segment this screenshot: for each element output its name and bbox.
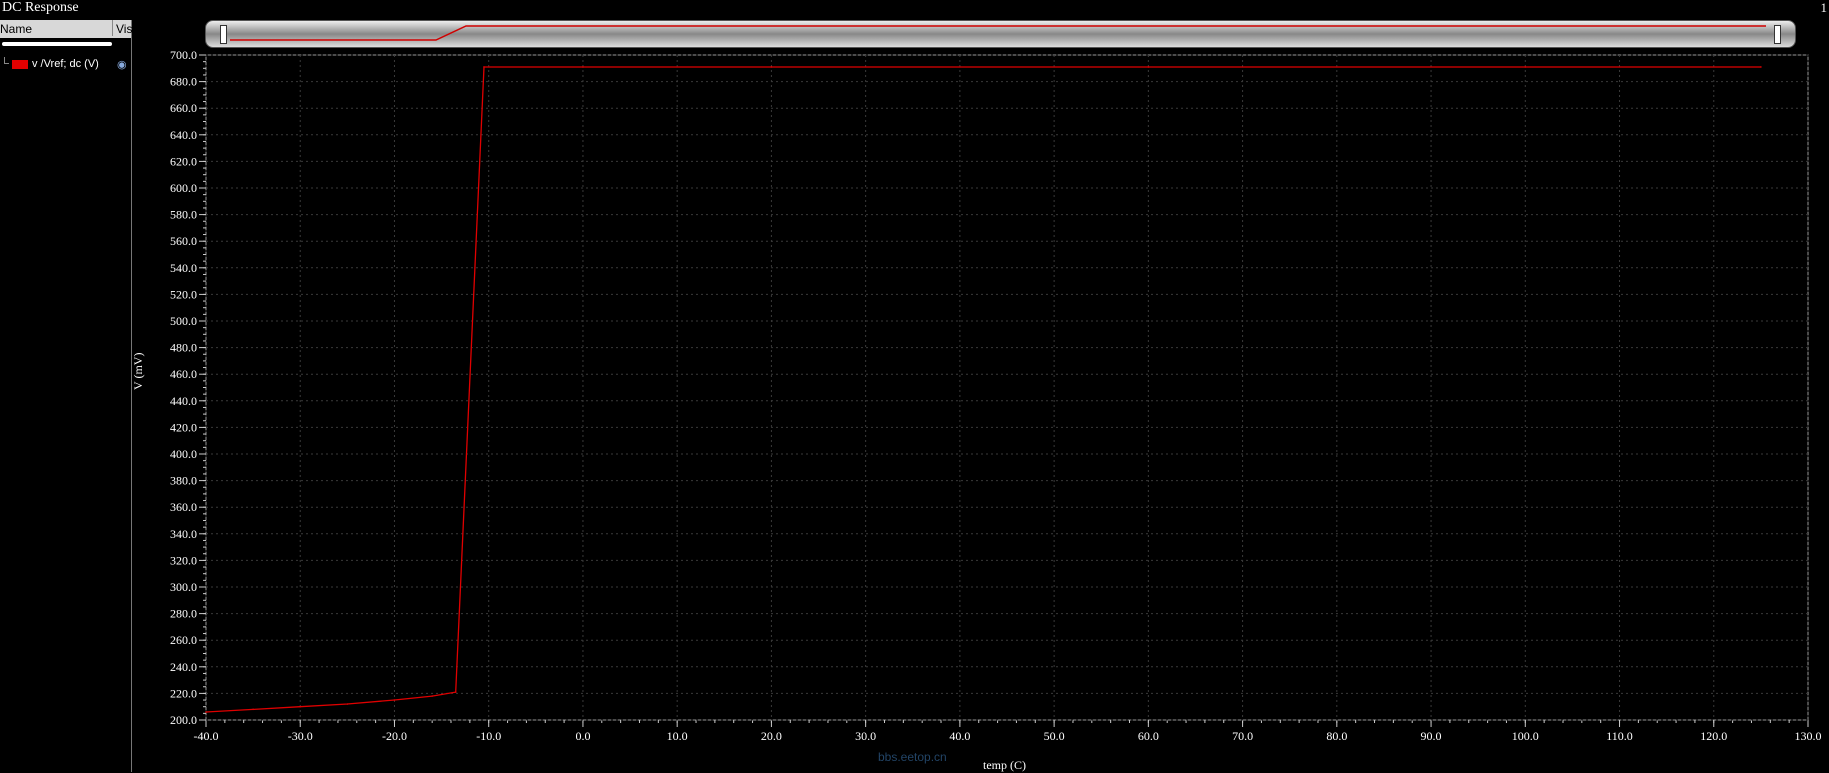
y-tick-label: 460.0	[170, 367, 197, 381]
y-tick-label: 320.0	[170, 553, 197, 567]
y-tick-label: 420.0	[170, 420, 197, 434]
y-tick-label: 360.0	[170, 500, 197, 514]
x-tick-label: 110.0	[1606, 729, 1633, 743]
x-tick-label: 10.0	[667, 729, 688, 743]
y-tick-label: 680.0	[170, 75, 197, 89]
y-tick-label: 500.0	[170, 314, 197, 328]
data-point	[346, 703, 349, 705]
x-tick-label: 70.0	[1232, 729, 1253, 743]
y-tick-label: 540.0	[170, 261, 197, 275]
plot-frame	[205, 54, 1809, 721]
y-tick-label: 640.0	[170, 128, 197, 142]
data-point	[770, 66, 773, 68]
y-tick-label: 380.0	[170, 474, 197, 488]
y-tick-label: 200.0	[170, 713, 197, 727]
plot-area[interactable]: -40.0 -30.0 -20.0 -10.0 0.0 10.0 20.0 30.0 40.0 5…	[0, 0, 1829, 772]
data-point	[1760, 66, 1762, 68]
y-axis-title: V (mV)	[131, 352, 145, 390]
x-tick-label: 100.0	[1512, 729, 1539, 743]
x-tick-label: 30.0	[855, 729, 876, 743]
y-tick-label: 240.0	[170, 660, 197, 674]
y-tick-label: 280.0	[170, 607, 197, 621]
y-tick-label: 300.0	[170, 580, 197, 594]
x-axis-title: temp (C)	[983, 758, 1026, 772]
data-point	[393, 699, 396, 701]
data-point	[1524, 66, 1527, 68]
x-tick-label: -20.0	[382, 729, 407, 743]
x-tick-label: 20.0	[761, 729, 782, 743]
x-tick-label: 50.0	[1044, 729, 1065, 743]
y-tick-label: 600.0	[170, 181, 197, 195]
x-tick-label: 60.0	[1138, 729, 1159, 743]
data-point	[205, 711, 207, 713]
x-tick-label: -30.0	[288, 729, 313, 743]
data-point	[431, 695, 433, 697]
data-point	[1147, 66, 1150, 68]
y-tick-label: 440.0	[170, 394, 197, 408]
data-point	[252, 708, 254, 711]
x-tick-label: -40.0	[194, 729, 219, 743]
y-tick-label: 700.0	[170, 48, 197, 62]
x-tick-label: 120.0	[1700, 729, 1727, 743]
y-tick-label: 560.0	[170, 234, 197, 248]
y-tick-label: 580.0	[170, 208, 197, 222]
y-tick-label: 260.0	[170, 633, 197, 647]
series-line-vref	[205, 66, 1761, 713]
x-tick-label: 0.0	[575, 729, 590, 743]
data-point	[582, 66, 584, 68]
x-tick-label: 90.0	[1421, 729, 1442, 743]
y-tick-label: 220.0	[170, 686, 197, 700]
y-tick-label: 340.0	[170, 527, 197, 541]
y-tick-label: 400.0	[170, 447, 197, 461]
y-tick-label: 480.0	[170, 341, 197, 355]
y-tick-label: 520.0	[170, 287, 197, 301]
x-tick-label: 130.0	[1795, 729, 1822, 743]
data-point	[483, 66, 485, 68]
x-tick-label: 40.0	[949, 729, 970, 743]
x-tick-label: 80.0	[1326, 729, 1347, 743]
x-tick-label: -10.0	[476, 729, 501, 743]
y-tick-label: 660.0	[170, 101, 197, 115]
data-point	[299, 705, 302, 708]
watermark: bbs.eetop.cn	[878, 750, 947, 764]
y-tick-label: 620.0	[170, 154, 197, 168]
data-point	[454, 691, 457, 693]
